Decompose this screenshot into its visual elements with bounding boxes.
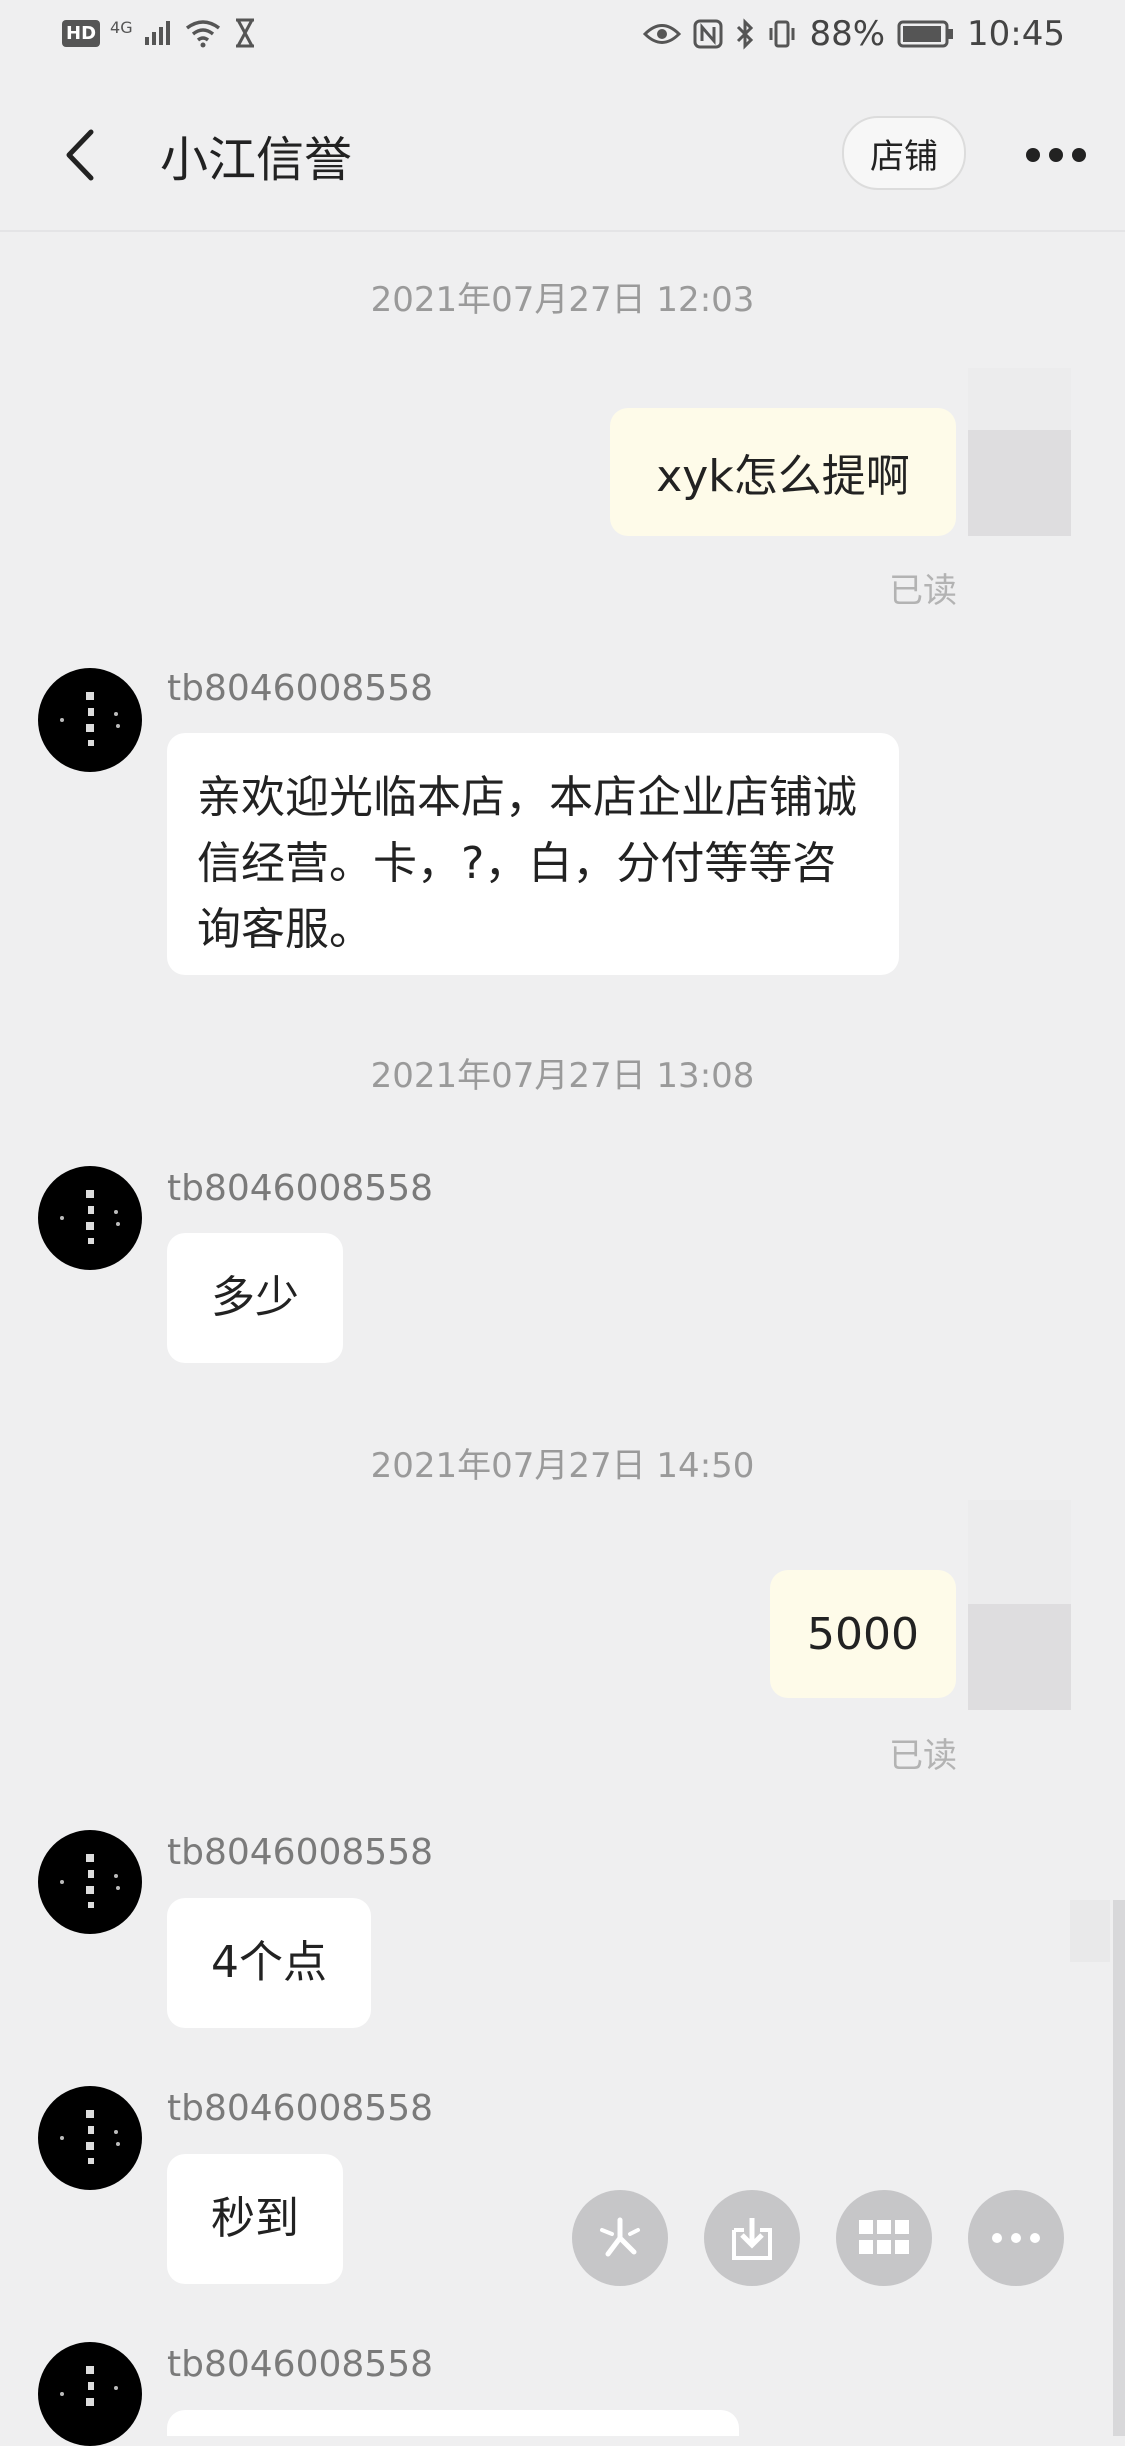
message-bubble-incoming[interactable]: 亲欢迎光临本店，本店企业店铺诚信经营。卡，?，白，分付等等咨询客服。 [167, 733, 899, 975]
sender-name: tb8046008558 [167, 668, 434, 709]
timestamp: 2021年07月27日 13:08 [370, 1056, 755, 1096]
message-text: 5000 [807, 1608, 919, 1660]
sender-name: tb8046008558 [167, 1832, 434, 1873]
message-bubble-incoming[interactable]: 4个点 [167, 1898, 371, 2028]
battery-icon [897, 20, 954, 48]
read-receipt: 已读 [889, 1736, 957, 1776]
timestamp: 2021年07月27日 12:03 [370, 280, 755, 320]
sparkle-button[interactable] [572, 2190, 668, 2286]
nav-bar: 小江信誉 店铺 [0, 80, 1125, 232]
contact-avatar[interactable] [38, 668, 142, 772]
my-avatar[interactable] [968, 368, 1071, 536]
network-type: 4G [110, 18, 133, 37]
sender-name: tb8046008558 [167, 2088, 434, 2129]
contact-avatar[interactable] [38, 2342, 142, 2446]
download-button[interactable] [704, 2190, 800, 2286]
sender-name: tb8046008558 [167, 2344, 434, 2385]
my-avatar[interactable] [968, 1500, 1071, 1710]
more-icon [992, 2233, 1040, 2243]
status-bar: HD 4G 88% 10:45 [0, 0, 1125, 78]
shop-button[interactable]: 店铺 [842, 116, 966, 190]
grid-icon [859, 2220, 909, 2254]
back-button[interactable] [50, 122, 110, 188]
scroll-indicator [1070, 1900, 1110, 1962]
message-bubble-incoming[interactable]: 多少 [167, 1233, 343, 1363]
scrollbar[interactable] [1113, 1900, 1125, 2436]
contact-avatar[interactable] [38, 1830, 142, 1934]
message-text: xyk怎么提啊 [656, 451, 910, 502]
message-bubble-outgoing[interactable]: 5000 [770, 1570, 956, 1698]
timestamp: 2021年07月27日 14:50 [370, 1446, 755, 1486]
message-text: 4个点 [211, 1937, 327, 1988]
hd-badge: HD [62, 19, 101, 47]
more-button[interactable] [1020, 122, 1092, 188]
message-bubble-incoming[interactable]: 秒到 [167, 2154, 343, 2284]
message-bubble-outgoing[interactable]: xyk怎么提啊 [610, 408, 956, 536]
hourglass-icon [235, 18, 254, 48]
clock: 10:45 [967, 14, 1065, 54]
nfc-icon [693, 19, 723, 49]
signal-icon [144, 21, 170, 45]
vibrate-icon [769, 20, 795, 48]
contact-avatar[interactable] [38, 2086, 142, 2190]
more-options-button[interactable] [968, 2190, 1064, 2286]
grid-button[interactable] [836, 2190, 932, 2286]
shop-logo-icon [60, 1190, 120, 1244]
eye-icon [643, 24, 682, 44]
shop-logo-icon [60, 1854, 120, 1908]
message-bubble-incoming[interactable] [167, 2410, 739, 2436]
status-right: 88% 10:45 [643, 14, 1065, 54]
sparkle-icon [600, 2217, 640, 2257]
sender-name: tb8046008558 [167, 1168, 434, 1209]
battery-percent: 88% [809, 14, 886, 54]
back-arrow-icon [66, 129, 94, 181]
message-text: 多少 [211, 1272, 299, 1323]
contact-avatar[interactable] [38, 1166, 142, 1270]
bluetooth-icon [737, 18, 754, 50]
status-left: HD 4G [62, 18, 257, 48]
shop-logo-icon [60, 2366, 118, 2406]
shop-logo-icon [60, 2110, 120, 2164]
chat-title: 小江信誉 [160, 132, 353, 188]
message-text: 亲欢迎光临本店，本店企业店铺诚信经营。卡，?，白，分付等等咨询客服。 [197, 772, 857, 955]
more-dots-icon [1026, 148, 1086, 162]
message-text: 秒到 [211, 2193, 299, 2244]
shop-logo-icon [60, 692, 120, 746]
download-icon [732, 2218, 772, 2260]
read-receipt: 已读 [889, 571, 957, 611]
wifi-icon [185, 20, 220, 48]
